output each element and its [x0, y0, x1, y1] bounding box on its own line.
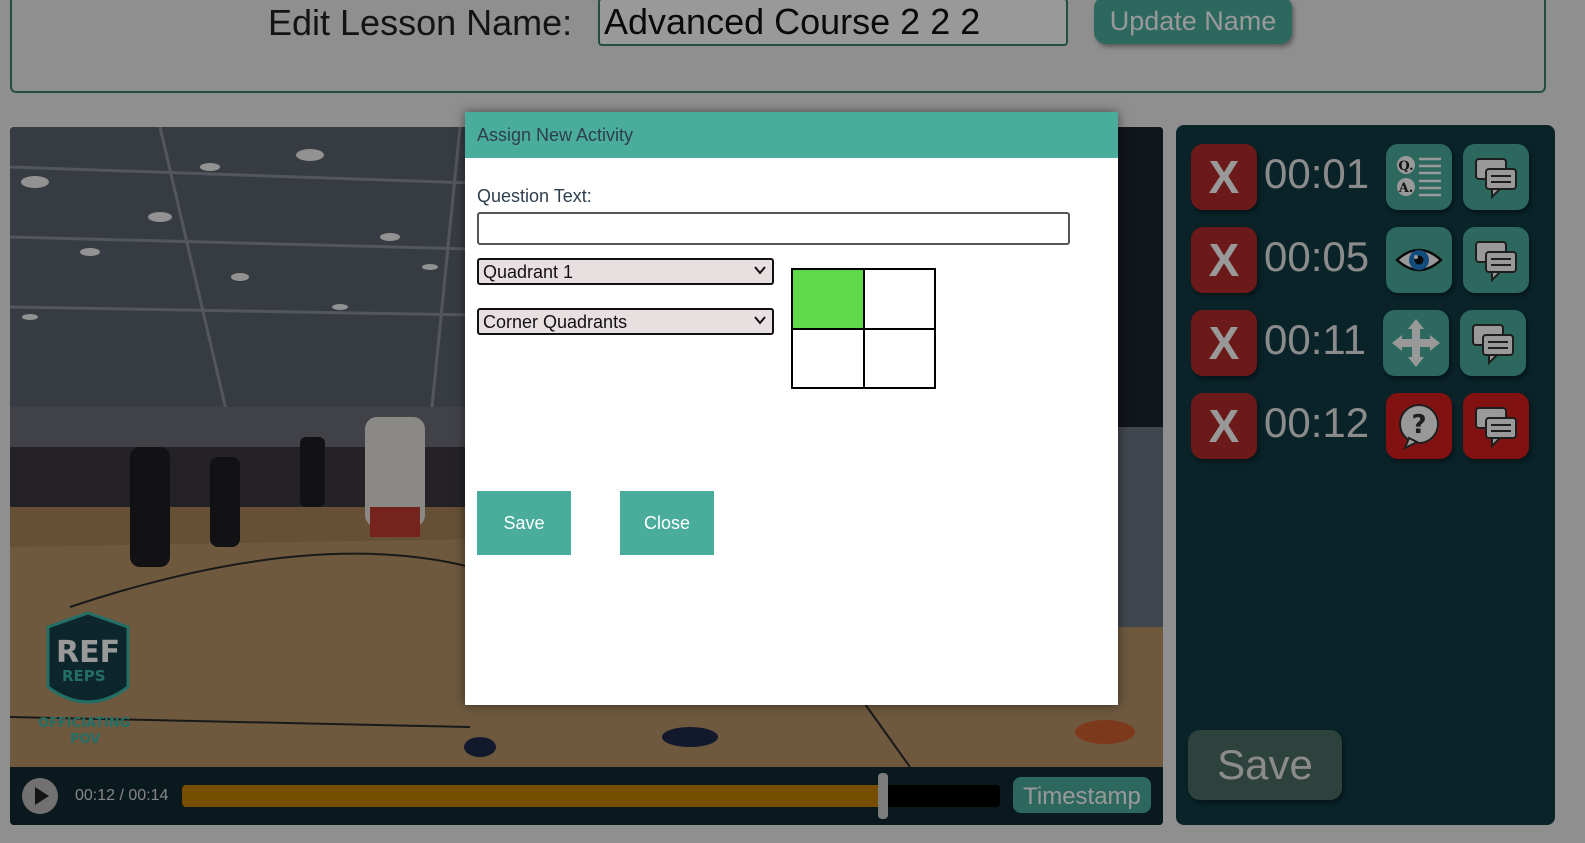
layout-select[interactable]: Corner Quadrants: [477, 308, 774, 335]
quadrant-cell-3[interactable]: [792, 328, 864, 388]
layout-select-value: Corner Quadrants: [483, 312, 628, 332]
assign-activity-modal: Assign New Activity Question Text: Quadr…: [465, 112, 1118, 705]
question-text-input[interactable]: [477, 212, 1070, 245]
quadrant-select-value: Quadrant 1: [483, 262, 574, 282]
save-button[interactable]: Save: [477, 491, 571, 555]
modal-title: Assign New Activity: [465, 112, 1118, 158]
quadrant-grid: [791, 268, 936, 389]
close-button[interactable]: Close: [620, 491, 714, 555]
chevron-down-icon: [754, 266, 766, 275]
quadrant-cell-4[interactable]: [863, 328, 935, 388]
chevron-down-icon: [754, 316, 766, 325]
question-text-label: Question Text:: [477, 186, 592, 206]
quadrant-cell-1[interactable]: [792, 269, 864, 329]
quadrant-cell-2[interactable]: [863, 269, 935, 329]
quadrant-select[interactable]: Quadrant 1: [477, 258, 774, 285]
